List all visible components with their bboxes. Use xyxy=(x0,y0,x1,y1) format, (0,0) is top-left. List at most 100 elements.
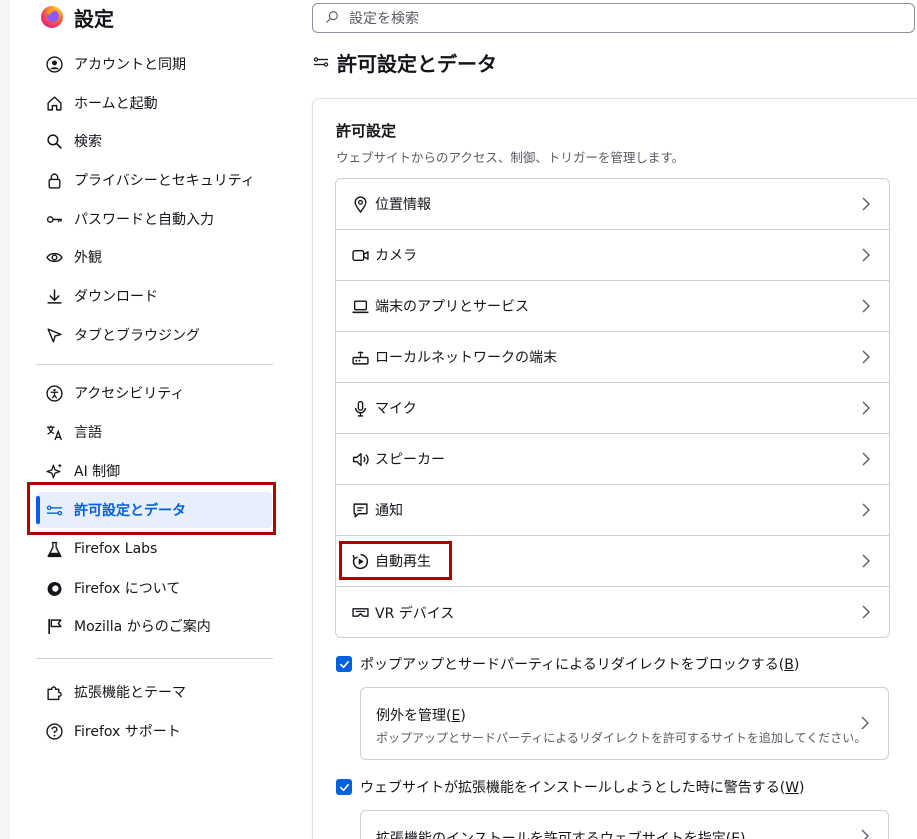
microphone-icon xyxy=(351,399,369,417)
sparkle-icon xyxy=(45,462,63,480)
addon-exceptions-title: 拡張機能のインストールを許可するウェブサイトを指定(E) xyxy=(376,831,746,839)
popup-exceptions-title: 例外を管理(E) xyxy=(376,708,466,724)
translate-icon xyxy=(45,423,63,441)
key-icon xyxy=(45,210,63,228)
sidebar-item-support[interactable]: Firefox サポート xyxy=(36,713,272,749)
sidebar-item-extensions-themes[interactable]: 拡張機能とテーマ xyxy=(36,674,272,710)
sidebar-item-label: ダウンロード xyxy=(74,289,158,305)
search-icon xyxy=(325,10,341,26)
sidebar-item-tabs[interactable]: タブとブラウジング xyxy=(36,317,272,353)
permission-local-network[interactable]: ローカルネットワークの端末 xyxy=(336,332,889,383)
permission-label: 通知 xyxy=(375,503,403,519)
popup-exceptions-button[interactable]: 例外を管理(E) ポップアップとサードパーティによるリダイレクトを許可するサイト… xyxy=(360,687,889,760)
eye-icon xyxy=(45,248,63,266)
block-popups-checkbox[interactable] xyxy=(336,656,352,672)
permission-label: VR デバイス xyxy=(375,605,455,622)
search-input[interactable]: 設定を検索 xyxy=(312,3,915,33)
location-icon xyxy=(351,195,369,213)
chevron-right-icon xyxy=(861,400,871,416)
highlight-box-permissions xyxy=(27,482,276,535)
download-icon xyxy=(45,287,63,305)
popup-exceptions-description: ポップアップとサードパーティによるリダイレクトを許可するサイトを追加してください… xyxy=(376,731,867,745)
speaker-icon xyxy=(351,450,369,468)
sidebar-edge xyxy=(0,0,10,839)
addon-exceptions-button[interactable]: 拡張機能のインストールを許可するウェブサイトを指定(E) xyxy=(360,810,889,839)
sidebar: 設定 アカウントと同期 ホームと起動 検索 プライバシーとセキュリティ パスワー… xyxy=(0,0,300,839)
puzzle-icon xyxy=(45,683,63,701)
sidebar-item-label: アクセシビリティ xyxy=(74,386,185,402)
sidebar-item-label: アカウントと同期 xyxy=(74,57,186,73)
sidebar-item-privacy[interactable]: プライバシーとセキュリティ xyxy=(36,162,272,198)
sidebar-item-label: プライバシーとセキュリティ xyxy=(74,173,255,189)
permission-label: マイク xyxy=(375,401,417,417)
chevron-right-icon xyxy=(861,196,871,212)
firefox-logo-icon xyxy=(41,6,63,28)
sidebar-item-accessibility[interactable]: アクセシビリティ xyxy=(36,375,272,411)
sidebar-item-passwords[interactable]: パスワードと自動入力 xyxy=(36,201,272,237)
page-heading: 許可設定とデータ xyxy=(313,48,497,77)
app-title: 設定 xyxy=(74,6,114,31)
page-title: 許可設定とデータ xyxy=(337,52,497,76)
chevron-right-icon xyxy=(860,828,870,839)
help-icon xyxy=(45,722,63,740)
sidebar-item-account-sync[interactable]: アカウントと同期 xyxy=(36,46,272,82)
sidebar-item-about-firefox[interactable]: Firefox について xyxy=(36,570,272,606)
sidebar-divider xyxy=(36,658,273,659)
chevron-right-icon xyxy=(860,715,870,731)
sidebar-item-label: Firefox サポート xyxy=(74,724,181,740)
chevron-right-icon xyxy=(861,247,871,263)
section-title: 許可設定 xyxy=(336,122,397,140)
sidebar-item-home[interactable]: ホームと起動 xyxy=(36,85,272,121)
permission-camera[interactable]: カメラ xyxy=(336,230,889,281)
sidebar-divider xyxy=(36,364,273,365)
sidebar-item-label: Firefox について xyxy=(74,581,181,597)
permissions-icon xyxy=(313,54,331,72)
permission-location[interactable]: 位置情報 xyxy=(336,179,889,230)
warn-addons-checkbox[interactable] xyxy=(336,779,352,795)
chevron-right-icon xyxy=(861,502,871,518)
sidebar-item-label: タブとブラウジング xyxy=(74,328,200,344)
firefox-icon xyxy=(45,579,63,597)
warn-addons-checkbox-row[interactable]: ウェブサイトが拡張機能をインストールしようとした時に警告する(W) xyxy=(336,777,805,797)
block-popups-checkbox-row[interactable]: ポップアップとサードパーティによるリダイレクトをブロックする(B) xyxy=(336,654,799,674)
permission-notifications[interactable]: 通知 xyxy=(336,485,889,536)
sidebar-item-label: 検索 xyxy=(74,134,102,150)
brand: 設定 xyxy=(40,2,114,32)
sidebar-item-search[interactable]: 検索 xyxy=(36,123,272,159)
chevron-right-icon xyxy=(861,604,871,620)
permission-label: ローカルネットワークの端末 xyxy=(375,350,557,366)
sidebar-item-downloads[interactable]: ダウンロード xyxy=(36,278,272,314)
sidebar-item-language[interactable]: 言語 xyxy=(36,414,272,450)
sidebar-item-appearance[interactable]: 外観 xyxy=(36,239,272,275)
notification-icon xyxy=(351,501,369,519)
search-placeholder: 設定を検索 xyxy=(349,11,419,27)
chevron-right-icon xyxy=(861,298,871,314)
warn-addons-label: ウェブサイトが拡張機能をインストールしようとした時に警告する(W) xyxy=(360,780,805,796)
sidebar-item-label: 言語 xyxy=(74,425,102,441)
flask-icon xyxy=(45,540,63,558)
permission-speaker[interactable]: スピーカー xyxy=(336,434,889,485)
chevron-right-icon xyxy=(861,553,871,569)
block-popups-label: ポップアップとサードパーティによるリダイレクトをブロックする(B) xyxy=(360,657,800,673)
account-icon xyxy=(45,55,63,73)
home-icon xyxy=(45,94,63,112)
permission-label: 端末のアプリとサービス xyxy=(375,299,529,315)
sidebar-item-label: 外観 xyxy=(74,250,102,266)
sidebar-item-label: 拡張機能とテーマ xyxy=(74,685,186,701)
permission-microphone[interactable]: マイク xyxy=(336,383,889,434)
camera-icon xyxy=(351,246,369,264)
permission-label: スピーカー xyxy=(375,452,445,468)
lock-icon xyxy=(45,171,63,189)
sidebar-item-mozilla[interactable]: Mozilla からのご案内 xyxy=(36,608,272,644)
sidebar-item-firefox-labs[interactable]: Firefox Labs xyxy=(36,531,272,567)
chevron-right-icon xyxy=(861,349,871,365)
mozilla-flag-icon xyxy=(45,617,63,635)
search-icon xyxy=(45,132,63,150)
permission-vr-devices[interactable]: VR デバイス xyxy=(336,587,889,637)
sidebar-item-label: ホームと起動 xyxy=(74,96,158,112)
sidebar-item-label: パスワードと自動入力 xyxy=(74,212,214,228)
highlight-box-autoplay xyxy=(339,541,452,580)
vr-headset-icon xyxy=(351,604,369,622)
permission-device-apps[interactable]: 端末のアプリとサービス xyxy=(336,281,889,332)
sidebar-item-label: Mozilla からのご案内 xyxy=(74,619,211,635)
